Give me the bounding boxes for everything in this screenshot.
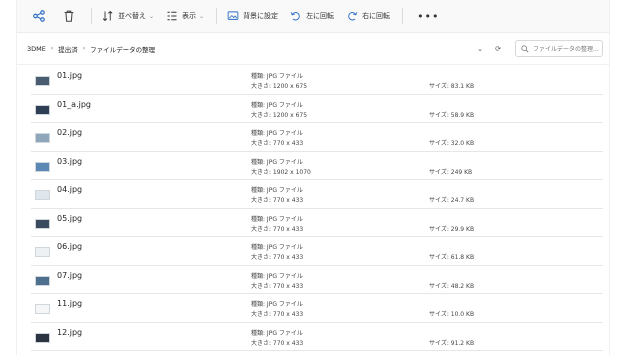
file-size: サイズ: 91.2 KB <box>429 339 475 347</box>
image-thumbnail-icon <box>35 332 50 343</box>
view-icon <box>167 11 177 21</box>
file-row[interactable]: 01_a.jpg 種類: JPG ファイル 大きさ: 1200 x 675 サイズ: … <box>31 95 603 123</box>
file-name: 06.jpg <box>57 242 83 251</box>
rotate-right-button[interactable]: 右に回転 <box>346 10 390 22</box>
file-size: サイズ: 32.0 KB <box>429 140 475 147</box>
chevron-down-icon: ⌄ <box>149 12 155 20</box>
file-name: 02.jpg <box>57 128 83 137</box>
chevron-right-icon: › <box>82 45 86 52</box>
file-dimensions: 大きさ: 1200 x 675 <box>251 111 308 119</box>
file-dimensions: 大きさ: 770 x 433 <box>251 254 304 261</box>
file-type: 種類: JPG ファイル <box>251 187 303 194</box>
breadcrumb-item[interactable]: ファイルデータの整理 <box>90 44 155 54</box>
search-icon <box>521 44 529 52</box>
file-type: 種類: JPG ファイル <box>251 272 303 280</box>
image-thumbnail-icon <box>35 133 50 143</box>
breadcrumb[interactable]: 3DME › 提出済 › ファイルデータの整理 <box>17 44 471 54</box>
file-row[interactable]: 11.jpg 種類: JPG ファイル 大きさ: 770 x 433 サイズ: 10.… <box>31 294 603 323</box>
file-row[interactable]: 02.jpg 種類: JPG ファイル 大きさ: 770 x 433 サイズ: 32.… <box>31 123 603 152</box>
file-size: サイズ: 10.0 KB <box>429 311 475 318</box>
file-name: 05.jpg <box>57 213 83 223</box>
file-size: サイズ: 24.7 KB <box>429 197 475 204</box>
image-icon <box>227 11 239 20</box>
file-size: サイズ: 83.1 KB <box>429 83 475 90</box>
more-options-icon[interactable]: ••• <box>417 10 439 23</box>
file-size: サイズ: 61.8 KB <box>429 254 475 261</box>
file-name: 04.jpg <box>57 185 83 194</box>
breadcrumb-item[interactable]: 3DME <box>27 45 46 53</box>
file-name: 01_a.jpg <box>57 99 92 109</box>
set-background-button[interactable]: 背景に設定 <box>227 10 278 22</box>
file-row[interactable]: 04.jpg 種類: JPG ファイル 大きさ: 770 x 433 サイズ: 24.… <box>31 180 603 209</box>
command-bar: 並べ替え ⌄ 表示 ⌄ 背景に設定 左に回転 右に回転 ••• <box>17 0 609 33</box>
image-thumbnail-icon <box>35 304 50 314</box>
file-dimensions: 大きさ: 770 x 433 <box>251 225 304 233</box>
rotate-right-icon <box>348 12 358 21</box>
file-name: 03.jpg <box>57 156 83 166</box>
file-size: サイズ: 249 KB <box>429 168 473 176</box>
breadcrumb-item[interactable]: 提出済 <box>58 44 78 54</box>
image-thumbnail-icon <box>35 161 50 172</box>
view-label: 表示 <box>182 12 197 20</box>
chevron-down-icon: ⌄ <box>199 12 205 20</box>
rotate-left-button[interactable]: 左に回転 <box>290 10 334 22</box>
file-type: 種類: JPG ファイル <box>251 158 303 166</box>
file-type: 種類: JPG ファイル <box>251 301 303 308</box>
file-name: 12.jpg <box>57 327 83 337</box>
image-thumbnail-icon <box>35 275 50 286</box>
file-size: サイズ: 48.2 KB <box>429 282 475 290</box>
file-explorer-window: 並べ替え ⌄ 表示 ⌄ 背景に設定 左に回転 右に回転 ••• 3DME › 提… <box>16 0 610 355</box>
share-icon[interactable] <box>31 8 47 24</box>
address-dropdown-icon[interactable]: ⌄ <box>471 45 489 53</box>
toolbar-divider <box>216 8 218 24</box>
file-dimensions: 大きさ: 770 x 433 <box>251 140 304 147</box>
file-list: 01.jpg 種類: JPG ファイル 大きさ: 1200 x 675 サイズ: 83… <box>17 66 609 351</box>
file-type: 種類: JPG ファイル <box>251 329 303 337</box>
sort-icon <box>102 10 113 22</box>
sort-button[interactable]: 並べ替え ⌄ <box>102 10 154 22</box>
file-size: サイズ: 58.9 KB <box>429 111 475 119</box>
view-button[interactable]: 表示 ⌄ <box>166 10 204 22</box>
file-type: 種類: JPG ファイル <box>251 244 303 251</box>
set-background-label: 背景に設定 <box>243 12 279 20</box>
sort-label: 並べ替え <box>118 12 146 20</box>
file-dimensions: 大きさ: 770 x 433 <box>251 197 304 204</box>
file-dimensions: 大きさ: 1902 x 1070 <box>251 168 311 176</box>
file-dimensions: 大きさ: 1200 x 675 <box>251 83 308 90</box>
image-thumbnail-icon <box>35 76 50 86</box>
image-thumbnail-icon <box>35 104 50 115</box>
delete-icon[interactable] <box>61 8 77 24</box>
file-row[interactable]: 12.jpg 種類: JPG ファイル 大きさ: 770 x 433 サイズ: 91.… <box>31 323 603 351</box>
rotate-left-icon <box>290 12 300 21</box>
file-type: 種類: JPG ファイル <box>251 101 303 109</box>
toolbar-divider <box>91 8 92 24</box>
file-row[interactable]: 07.jpg 種類: JPG ファイル 大きさ: 770 x 433 サイズ: 48.… <box>31 266 603 294</box>
file-size: サイズ: 29.9 KB <box>429 225 475 233</box>
image-thumbnail-icon <box>35 247 50 257</box>
refresh-icon[interactable]: ⟳ <box>489 45 507 53</box>
toolbar-divider <box>402 8 404 24</box>
rotate-right-label: 右に回転 <box>362 12 391 20</box>
file-row[interactable]: 06.jpg 種類: JPG ファイル 大きさ: 770 x 433 サイズ: 61.… <box>31 237 603 266</box>
image-thumbnail-icon <box>35 218 50 229</box>
file-dimensions: 大きさ: 770 x 433 <box>251 339 304 347</box>
search-box[interactable]: ファイルデータの整理... <box>515 40 603 57</box>
file-name: 01.jpg <box>57 71 83 80</box>
file-row[interactable]: 03.jpg 種類: JPG ファイル 大きさ: 1902 x 1070 サイズ: 2… <box>31 152 603 180</box>
address-bar-row: 3DME › 提出済 › ファイルデータの整理 ⌄ ⟳ ファイルデータの整理..… <box>17 33 609 65</box>
file-name: 11.jpg <box>57 299 83 308</box>
chevron-right-icon: › <box>50 45 54 52</box>
file-type: 種類: JPG ファイル <box>251 215 303 223</box>
rotate-left-label: 左に回転 <box>306 12 335 20</box>
file-name: 07.jpg <box>57 270 83 280</box>
file-dimensions: 大きさ: 770 x 433 <box>251 282 304 290</box>
file-row[interactable]: 01.jpg 種類: JPG ファイル 大きさ: 1200 x 675 サイズ: 83… <box>31 66 603 95</box>
search-placeholder: ファイルデータの整理... <box>533 46 599 53</box>
file-dimensions: 大きさ: 770 x 433 <box>251 311 304 318</box>
file-type: 種類: JPG ファイル <box>251 73 303 80</box>
file-row[interactable]: 05.jpg 種類: JPG ファイル 大きさ: 770 x 433 サイズ: 29.… <box>31 209 603 237</box>
file-type: 種類: JPG ファイル <box>251 130 303 137</box>
image-thumbnail-icon <box>35 190 50 200</box>
